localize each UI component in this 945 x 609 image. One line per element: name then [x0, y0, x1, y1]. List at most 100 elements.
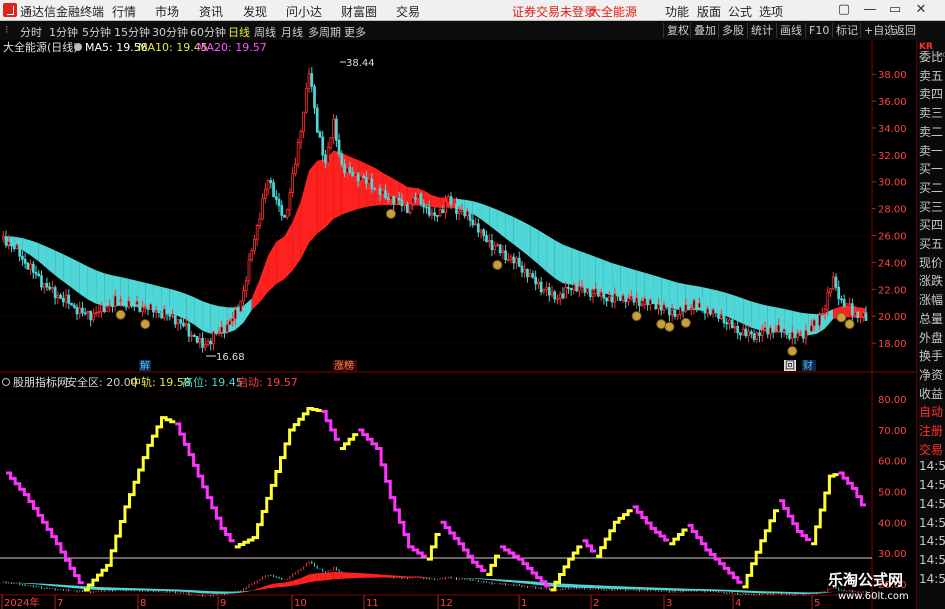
- tab-monthly[interactable]: 月线: [281, 24, 303, 40]
- tab-fenshi[interactable]: 分时: [20, 24, 42, 40]
- mini-band-segment: [669, 588, 678, 591]
- multi-stock-button[interactable]: 多股: [718, 23, 747, 38]
- candle-body: [122, 299, 125, 302]
- coin-marker-icon[interactable]: [656, 319, 667, 330]
- candle-body: [173, 315, 177, 325]
- candle-body: [520, 265, 524, 273]
- restore-rights-button[interactable]: 复权: [663, 23, 692, 38]
- menu-wenxiaoda[interactable]: 问小达: [286, 3, 322, 20]
- menu-banmian[interactable]: 版面: [697, 3, 721, 20]
- candle-body: [553, 291, 557, 300]
- candle-body: [299, 131, 303, 143]
- maximize-icon[interactable]: ▭: [887, 2, 903, 18]
- candle-body: [365, 177, 368, 184]
- candle-body: [29, 263, 32, 270]
- tab-more[interactable]: 更多: [344, 24, 366, 40]
- candle-body: [138, 300, 142, 312]
- candle-body: [790, 331, 794, 339]
- candle-body: [408, 203, 412, 214]
- coin-marker-icon[interactable]: [664, 321, 675, 332]
- mini-band-segment: [628, 586, 637, 590]
- band-segment-cyan: [612, 263, 621, 297]
- mark-button[interactable]: 标记: [832, 23, 861, 38]
- menu-xuanxiang[interactable]: 选项: [759, 3, 783, 20]
- coin-marker-icon[interactable]: [140, 319, 151, 330]
- coin-marker-icon[interactable]: [836, 312, 847, 323]
- candle-body: [799, 332, 802, 335]
- quote-field-label: 卖一: [919, 143, 944, 158]
- coin-marker-icon[interactable]: [844, 319, 855, 330]
- indicator-tick-label: 50.00: [878, 488, 907, 499]
- coin-marker-icon[interactable]: [680, 317, 691, 328]
- candle-body: [842, 299, 846, 307]
- coin-marker-icon[interactable]: [492, 259, 503, 270]
- candle-body: [812, 319, 816, 327]
- candle-body: [793, 331, 797, 339]
- candle-body: [70, 302, 73, 306]
- statistics-button[interactable]: 统计: [747, 23, 776, 38]
- candle-body: [182, 322, 185, 327]
- coin-marker-icon[interactable]: [115, 309, 126, 320]
- tab-1min[interactable]: 1分钟: [49, 24, 78, 40]
- price-tick-label: 22.00: [878, 285, 907, 296]
- tab-daily[interactable]: 日线: [228, 24, 250, 40]
- candle-body: [788, 334, 791, 339]
- candle-body: [670, 309, 674, 316]
- candle-body: [75, 306, 79, 315]
- menu-caifuquan[interactable]: 财富圈: [341, 3, 377, 20]
- indicator-start: 启动: 19.57: [237, 376, 298, 389]
- menu-zixun[interactable]: 资讯: [199, 3, 223, 20]
- window-mode-icon[interactable]: ▢: [836, 2, 852, 18]
- close-icon[interactable]: ✕: [913, 2, 929, 18]
- coin-marker-icon[interactable]: [385, 208, 396, 219]
- mini-band-segment: [677, 588, 686, 591]
- tab-5min[interactable]: 5分钟: [82, 24, 111, 40]
- coin-marker-icon[interactable]: [631, 311, 642, 322]
- quote-field-label: 买五: [919, 237, 944, 251]
- quote-panel: KR 300 委比卖五卖四卖三卖二卖一买一买二买三买四买五现价涨跌涨幅总量外盘换…: [916, 40, 945, 609]
- candle-body: [67, 294, 71, 304]
- candle-body: [168, 313, 172, 317]
- tag-jie[interactable]: 解: [140, 359, 150, 372]
- settings-circle-icon[interactable]: [74, 43, 82, 51]
- tag-zhangbang[interactable]: 涨榜: [334, 359, 354, 372]
- candle-body: [517, 257, 521, 267]
- time-tick-label: 3: [666, 598, 672, 609]
- menu-shichang[interactable]: 市场: [155, 3, 179, 20]
- candle-body: [313, 86, 316, 109]
- candle-body: [627, 298, 630, 303]
- candle-body: [457, 210, 461, 214]
- tab-weekly[interactable]: 周线: [254, 24, 276, 40]
- draw-line-button[interactable]: 画线: [776, 23, 805, 38]
- coin-marker-icon[interactable]: [787, 346, 798, 357]
- tab-15min[interactable]: 15分钟: [114, 24, 150, 40]
- tab-30min[interactable]: 30分钟: [152, 24, 188, 40]
- overlay-button[interactable]: 叠加: [690, 23, 719, 38]
- menu-gongneng[interactable]: 功能: [665, 3, 689, 20]
- tag-cai[interactable]: 财: [803, 359, 813, 372]
- tab-multi-period[interactable]: 多周期: [308, 24, 341, 40]
- menu-hangqing[interactable]: 行情: [112, 3, 136, 20]
- band-segment-cyan: [538, 230, 547, 272]
- menu-jiaoyi[interactable]: 交易: [396, 3, 420, 20]
- band-segment-cyan: [112, 275, 121, 307]
- candle-body: [698, 302, 701, 308]
- menu-faxian[interactable]: 发现: [243, 3, 267, 20]
- candle-body: [255, 225, 259, 240]
- minimize-icon[interactable]: —: [862, 2, 878, 18]
- candle-body: [744, 328, 748, 337]
- band-segment-cyan: [743, 298, 752, 328]
- kline-chart[interactable]: 大全能源(日线) MA5: 19.58 MA10: 19.45 MA20: 19…: [0, 40, 916, 609]
- back-button[interactable]: 返回: [890, 23, 919, 38]
- candle-body: [728, 319, 731, 325]
- candle-body: [340, 153, 344, 165]
- candle-body: [228, 320, 232, 326]
- login-status[interactable]: 证券交易未登录: [512, 3, 596, 20]
- tab-60min[interactable]: 60分钟: [190, 24, 226, 40]
- f10-button[interactable]: F10: [805, 23, 832, 38]
- tag-hui[interactable]: 回: [785, 360, 795, 372]
- candle-body: [233, 309, 237, 320]
- candle-body: [602, 291, 606, 299]
- candle-body: [706, 308, 710, 314]
- menu-gongshi[interactable]: 公式: [728, 3, 752, 20]
